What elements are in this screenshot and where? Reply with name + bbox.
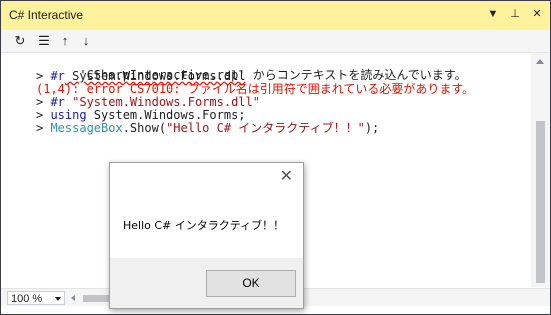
- prompt: >: [36, 95, 51, 109]
- prompt: >: [36, 121, 51, 135]
- reset-icon[interactable]: ↻: [11, 32, 29, 50]
- directive: #r: [50, 95, 65, 109]
- dialog-message: Hello C# インタラクティブ！！: [123, 219, 285, 232]
- toolbar: ↻ ☰ ↑ ↓: [1, 30, 550, 53]
- class-name: MessageBox: [50, 121, 123, 135]
- zoom-select[interactable]: 100 %: [7, 291, 65, 305]
- method-call: .Show(: [122, 121, 167, 135]
- keyword: using: [50, 108, 87, 122]
- prompt: >: [36, 69, 51, 83]
- title-bar: C# Interactive ▼ ⊥ ✕: [1, 1, 550, 30]
- vertical-scrollbar[interactable]: [531, 53, 550, 287]
- input-line: > using System.Windows.Forms;: [36, 109, 246, 121]
- clear-screen-icon[interactable]: ☰: [35, 32, 53, 50]
- input-line: > MessageBox.Show("Hello C# インタラクティブ！！")…: [36, 122, 379, 134]
- zoom-value: 100 %: [11, 293, 43, 305]
- reference-arg: System.Windows.Forms.dll: [64, 69, 246, 83]
- prompt: >: [36, 108, 51, 122]
- close-icon[interactable]: ✕: [280, 169, 293, 185]
- vertical-scroll-thumb[interactable]: [536, 121, 545, 283]
- title-bar-buttons: ▼ ⊥ ✕: [486, 6, 544, 22]
- string-literal: "System.Windows.Forms.dll": [64, 95, 260, 109]
- input-line: > #r System.Windows.Forms.dll: [36, 70, 246, 82]
- input-line: > #r "System.Windows.Forms.dll": [36, 96, 260, 108]
- message-box-dialog: ✕ Hello C# インタラクティブ！！ OK: [109, 162, 304, 309]
- scroll-left-icon[interactable]: [71, 295, 75, 301]
- dialog-footer: OK: [110, 258, 303, 308]
- scroll-up-icon[interactable]: [536, 59, 544, 64]
- directive: #r: [50, 69, 65, 83]
- namespace: System.Windows.Forms;: [86, 108, 246, 122]
- string-literal: "Hello C# インタラクティブ！！": [166, 121, 365, 135]
- dropdown-icon[interactable]: ▼: [486, 6, 500, 22]
- error-message: : error CS7010: ファイル名は引用符で囲まれている必要があります。: [72, 82, 475, 96]
- history-next-icon[interactable]: ↓: [77, 32, 95, 50]
- chevron-down-icon: [55, 297, 61, 301]
- error-location: (1,4): [36, 82, 73, 96]
- close-icon[interactable]: ✕: [530, 6, 544, 22]
- pin-icon[interactable]: ⊥: [508, 6, 522, 22]
- ok-button[interactable]: OK: [206, 270, 296, 297]
- statement-end: );: [364, 121, 380, 135]
- history-previous-icon[interactable]: ↑: [56, 32, 74, 50]
- error-line: (1,4): error CS7010: ファイル名は引用符で囲まれている必要が…: [36, 83, 474, 95]
- window-title: C# Interactive: [9, 8, 84, 22]
